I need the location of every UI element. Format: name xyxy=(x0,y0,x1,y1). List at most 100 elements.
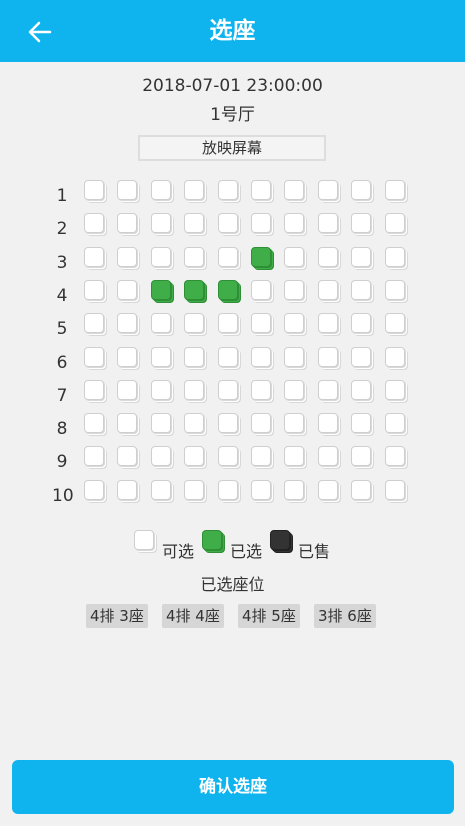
seat[interactable] xyxy=(317,313,338,334)
selected-seat-chip[interactable]: 4排 5座 xyxy=(238,604,300,628)
seat[interactable] xyxy=(284,346,305,367)
seat[interactable] xyxy=(284,313,305,334)
seat[interactable] xyxy=(150,246,171,267)
seat[interactable] xyxy=(317,246,338,267)
seat[interactable] xyxy=(184,313,205,334)
seat[interactable] xyxy=(84,246,104,267)
seat[interactable] xyxy=(117,313,138,334)
seat[interactable] xyxy=(184,246,205,267)
seat[interactable] xyxy=(150,180,171,200)
seat[interactable] xyxy=(284,379,305,400)
seat[interactable] xyxy=(84,213,104,234)
seat[interactable] xyxy=(184,279,205,300)
seat[interactable] xyxy=(251,413,271,434)
seat[interactable] xyxy=(84,180,104,200)
seat[interactable] xyxy=(184,446,205,467)
seat[interactable] xyxy=(117,413,138,434)
seat[interactable] xyxy=(384,446,405,467)
seat[interactable] xyxy=(184,213,205,234)
seat[interactable] xyxy=(117,346,138,367)
seat[interactable] xyxy=(351,446,372,467)
seat[interactable] xyxy=(284,413,305,434)
seat[interactable] xyxy=(184,479,205,500)
seat[interactable] xyxy=(251,313,271,334)
seat[interactable] xyxy=(284,213,305,234)
seat[interactable] xyxy=(384,313,405,334)
seat[interactable] xyxy=(351,246,372,267)
seat[interactable] xyxy=(184,180,205,200)
confirm-seat-button[interactable]: 确认选座 xyxy=(12,760,454,814)
seat[interactable] xyxy=(217,313,238,334)
seat[interactable] xyxy=(317,446,338,467)
seat[interactable] xyxy=(84,479,104,500)
seat[interactable] xyxy=(251,346,271,367)
seat[interactable] xyxy=(84,413,104,434)
seat[interactable] xyxy=(317,213,338,234)
seat[interactable] xyxy=(251,446,271,467)
seat[interactable] xyxy=(217,180,238,200)
seat[interactable] xyxy=(384,346,405,367)
seat[interactable] xyxy=(150,346,171,367)
seat[interactable] xyxy=(351,379,372,400)
seat[interactable] xyxy=(384,479,405,500)
seat[interactable] xyxy=(150,479,171,500)
seat[interactable] xyxy=(150,413,171,434)
seat[interactable] xyxy=(351,479,372,500)
selected-seat-chip[interactable]: 3排 6座 xyxy=(314,604,376,628)
seat[interactable] xyxy=(384,413,405,434)
seat[interactable] xyxy=(351,180,372,200)
seat[interactable] xyxy=(384,213,405,234)
seat[interactable] xyxy=(351,313,372,334)
seat[interactable] xyxy=(150,279,171,300)
seat[interactable] xyxy=(384,379,405,400)
seat[interactable] xyxy=(317,413,338,434)
seat[interactable] xyxy=(284,446,305,467)
seat[interactable] xyxy=(150,213,171,234)
seat[interactable] xyxy=(117,479,138,500)
seat[interactable] xyxy=(317,180,338,200)
seat[interactable] xyxy=(84,279,104,300)
seat[interactable] xyxy=(117,180,138,200)
seat[interactable] xyxy=(184,413,205,434)
seat[interactable] xyxy=(217,246,238,267)
seat[interactable] xyxy=(351,413,372,434)
seat[interactable] xyxy=(217,379,238,400)
seat[interactable] xyxy=(251,213,271,234)
seat[interactable] xyxy=(284,180,305,200)
seat[interactable] xyxy=(150,446,171,467)
seat[interactable] xyxy=(217,279,238,300)
seat[interactable] xyxy=(84,446,104,467)
seat[interactable] xyxy=(184,346,205,367)
seat[interactable] xyxy=(351,213,372,234)
seat[interactable] xyxy=(351,279,372,300)
seat[interactable] xyxy=(117,279,138,300)
seat[interactable] xyxy=(184,379,205,400)
seat[interactable] xyxy=(251,246,271,267)
seat[interactable] xyxy=(217,446,238,467)
seat[interactable] xyxy=(217,213,238,234)
seat[interactable] xyxy=(317,479,338,500)
seat[interactable] xyxy=(384,279,405,300)
selected-seat-chip[interactable]: 4排 3座 xyxy=(86,604,148,628)
seat[interactable] xyxy=(217,413,238,434)
seat[interactable] xyxy=(284,279,305,300)
seat[interactable] xyxy=(317,346,338,367)
seat[interactable] xyxy=(117,446,138,467)
seat[interactable] xyxy=(150,313,171,334)
seat[interactable] xyxy=(384,246,405,267)
seat[interactable] xyxy=(84,379,104,400)
seat[interactable] xyxy=(317,279,338,300)
seat[interactable] xyxy=(117,246,138,267)
seat[interactable] xyxy=(84,313,104,334)
selected-seat-chip[interactable]: 4排 4座 xyxy=(162,604,224,628)
seat[interactable] xyxy=(284,479,305,500)
seat[interactable] xyxy=(384,180,405,200)
seat[interactable] xyxy=(251,180,271,200)
seat[interactable] xyxy=(284,246,305,267)
seat[interactable] xyxy=(317,379,338,400)
seat[interactable] xyxy=(217,346,238,367)
seat[interactable] xyxy=(117,379,138,400)
seat[interactable] xyxy=(351,346,372,367)
seat[interactable] xyxy=(251,379,271,400)
seat[interactable] xyxy=(150,379,171,400)
